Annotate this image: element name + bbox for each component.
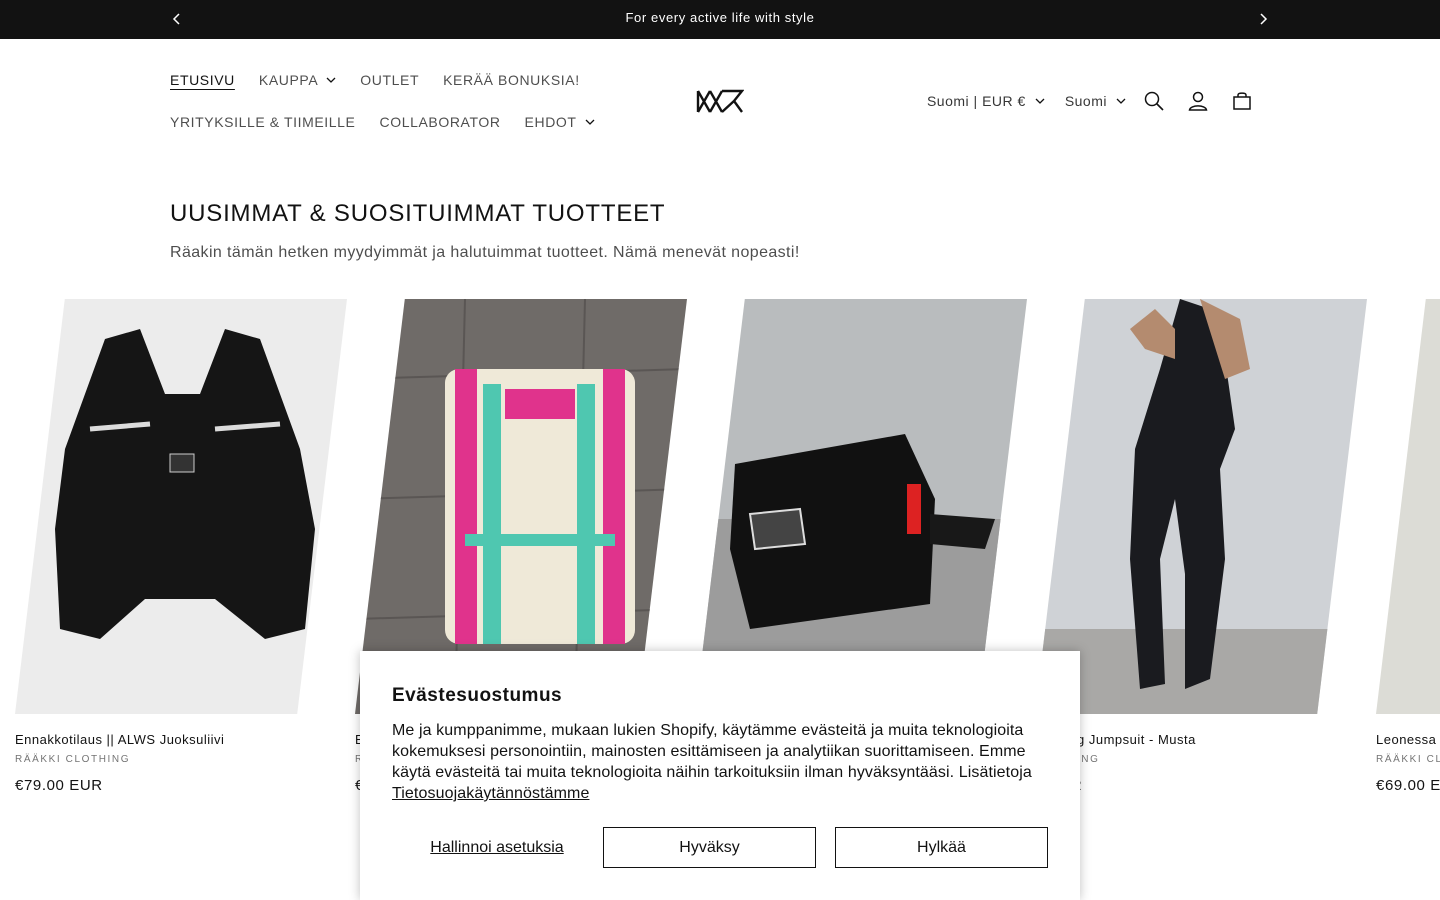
nav-item-outlet[interactable]: OUTLET xyxy=(360,72,419,88)
announcement-bar: For every active life with style xyxy=(0,0,1440,39)
cart-icon xyxy=(1233,92,1251,110)
announcement-next-button[interactable] xyxy=(1253,9,1273,29)
product-image-running-vest[interactable] xyxy=(15,299,347,714)
announcement-text: For every active life with style xyxy=(625,10,815,25)
product-card[interactable]: sa Long Jumpsuit - Musta CLOTHING 0 EUR xyxy=(1035,299,1367,794)
cart-button[interactable] xyxy=(1220,79,1264,123)
nav-item-etusivu[interactable]: ETUSIVU xyxy=(170,72,235,88)
cookie-title: Evästesuostumus xyxy=(392,685,563,706)
header-utilities: Suomi | EUR € Suomi xyxy=(927,83,1264,119)
chevron-down-icon xyxy=(1035,98,1045,104)
product-image-partial[interactable] xyxy=(1376,299,1440,714)
account-icon xyxy=(1188,91,1208,111)
section-subtitle: Räakin tämän hetken myydyimmät ja halutu… xyxy=(170,244,800,261)
product-vendor: RÄÄKKI CLOTHING xyxy=(15,754,131,765)
chevron-right-icon xyxy=(1260,13,1268,25)
main-nav-row-1: ETUSIVU KAUPPA OUTLET KERÄÄ BONUKSIA! xyxy=(170,72,604,88)
product-title[interactable]: sa Long Jumpsuit - Musta xyxy=(1035,732,1367,747)
product-title[interactable]: Leonessa S xyxy=(1376,732,1440,747)
chevron-down-icon xyxy=(585,119,595,125)
main-nav-row-2: YRITYKSILLE & TIIMEILLE COLLABORATOR EHD… xyxy=(170,114,619,130)
language-selector[interactable]: Suomi xyxy=(1065,93,1126,109)
privacy-policy-link[interactable]: Tietosuojakäytännöstämme xyxy=(392,785,589,802)
country-selector[interactable]: Suomi | EUR € xyxy=(927,93,1045,109)
nav-item-collaborator[interactable]: COLLABORATOR xyxy=(380,114,501,130)
nav-item-ehdot[interactable]: EHDOT xyxy=(525,114,595,130)
cookie-consent-banner: Evästesuostumus Me ja kumppanimme, mukaa… xyxy=(360,651,1080,900)
chevron-down-icon xyxy=(1116,98,1126,104)
account-button[interactable] xyxy=(1176,79,1220,123)
nav-item-yrityksille[interactable]: YRITYKSILLE & TIIMEILLE xyxy=(170,114,356,130)
nav-item-keraa-bonuksia[interactable]: KERÄÄ BONUKSIA! xyxy=(443,72,580,88)
manage-settings-button[interactable]: Hallinnoi asetuksia xyxy=(392,839,602,857)
product-price: €79.00 EUR xyxy=(15,777,103,794)
product-vendor: RÄÄKKI CLO xyxy=(1376,754,1440,765)
product-image-jumpsuit[interactable] xyxy=(1035,299,1367,714)
product-card[interactable]: Leonessa S RÄÄKKI CLO €69.00 E xyxy=(1376,299,1440,794)
product-vendor: CLOTHING xyxy=(1035,754,1367,765)
section-title: UUSIMMAT & SUOSITUIMMAT TUOTTEET xyxy=(170,200,666,227)
chevron-down-icon xyxy=(326,77,336,83)
cookie-actions: Hallinnoi asetuksia Hyväksy Hylkää xyxy=(392,827,1048,868)
brand-logo[interactable] xyxy=(696,89,744,114)
accept-button[interactable]: Hyväksy xyxy=(603,827,816,868)
cookie-body: Me ja kumppanimme, mukaan lukien Shopify… xyxy=(392,722,1032,802)
site-header: ETUSIVU KAUPPA OUTLET KERÄÄ BONUKSIA! YR… xyxy=(0,39,1440,165)
search-button[interactable] xyxy=(1132,79,1176,123)
product-price: 0 EUR xyxy=(1035,777,1367,794)
product-title[interactable]: Ennakkotilaus || ALWS Juoksuliivi xyxy=(15,732,347,747)
search-icon xyxy=(1144,91,1164,111)
nav-item-kauppa[interactable]: KAUPPA xyxy=(259,72,336,88)
decline-button[interactable]: Hylkää xyxy=(835,827,1048,868)
product-card[interactable]: Ennakkotilaus || ALWS Juoksuliivi RÄÄKKI… xyxy=(15,299,347,794)
product-price: €69.00 E xyxy=(1376,777,1440,794)
